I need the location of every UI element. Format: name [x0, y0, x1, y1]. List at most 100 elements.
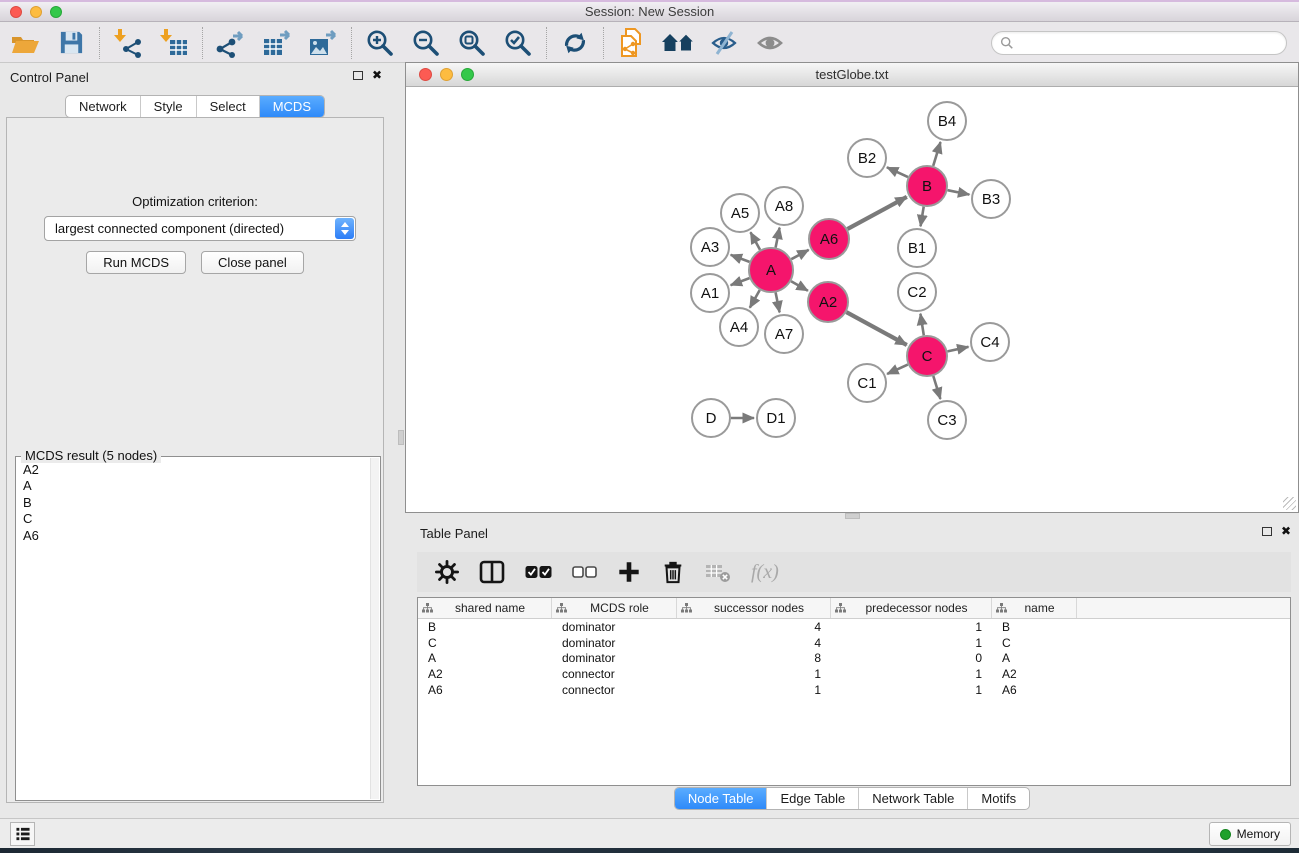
table-panel-title: Table Panel: [420, 526, 488, 541]
graph-node-label: C1: [857, 375, 876, 392]
select-all-button[interactable]: [525, 565, 552, 579]
import-table-icon: [159, 28, 189, 58]
result-item[interactable]: A2: [23, 462, 364, 478]
table-cell: C: [992, 636, 1077, 650]
mcds-result-groupbox: MCDS result (5 nodes) A2ABCA6: [15, 456, 381, 801]
desktop-vscrollbar-thumb[interactable]: [398, 430, 404, 445]
result-item[interactable]: C: [23, 511, 364, 527]
close-panel-icon[interactable]: ✖: [372, 70, 382, 80]
graph-edge-A-A4: [750, 290, 760, 308]
column-header-shared-name[interactable]: shared name: [418, 598, 552, 618]
export-image-button[interactable]: [306, 27, 340, 59]
first-neighbors-button[interactable]: [661, 27, 695, 59]
apply-layout-refresh-button[interactable]: [558, 27, 592, 59]
float-panel-icon[interactable]: [353, 71, 363, 80]
show-all-button[interactable]: [753, 27, 787, 59]
show-column-button[interactable]: [479, 560, 505, 584]
plus-icon: [617, 560, 641, 584]
float-table-panel-icon[interactable]: [1262, 527, 1272, 536]
column-type-icon: [835, 603, 846, 613]
run-mcds-button[interactable]: Run MCDS: [86, 251, 186, 274]
net-minimize-button[interactable]: [440, 68, 453, 81]
search-field[interactable]: [991, 31, 1287, 55]
column-header-successor-nodes[interactable]: successor nodes: [677, 598, 831, 618]
columns-icon: [479, 560, 505, 584]
show-panels-list-button[interactable]: [10, 822, 35, 846]
toolbar-separator: [202, 27, 203, 59]
result-item[interactable]: A: [23, 478, 364, 494]
memory-button[interactable]: Memory: [1209, 822, 1291, 846]
result-scrollbar[interactable]: [370, 458, 379, 799]
table-cell: A: [992, 651, 1077, 665]
import-network-button[interactable]: [111, 27, 145, 59]
net-zoom-button[interactable]: [461, 68, 474, 81]
network-canvas[interactable]: B4B2BB3A8A5A6A3B1AA1C2A2A4A7C4CC1C3DD1: [406, 88, 1298, 512]
function-builder-button[interactable]: f(x): [751, 561, 779, 584]
delete-row-button[interactable]: [661, 559, 685, 585]
table-row[interactable]: Adominator80A: [418, 651, 1290, 667]
table-row[interactable]: Cdominator41C: [418, 635, 1290, 651]
result-item[interactable]: B: [23, 495, 364, 511]
zoom-fit-button[interactable]: [455, 27, 489, 59]
zoom-selected-button[interactable]: [501, 27, 535, 59]
graph-edge-C-C1: [887, 365, 908, 374]
close-panel-button[interactable]: Close panel: [201, 251, 304, 274]
gear-icon: [435, 560, 459, 584]
table-settings-button[interactable]: [435, 560, 459, 584]
graph-edge-A-A6: [791, 250, 808, 259]
table-row[interactable]: Bdominator41B: [418, 619, 1290, 635]
titlebar: Session: New Session: [0, 0, 1299, 22]
column-header-predecessor-nodes[interactable]: predecessor nodes: [831, 598, 992, 618]
tab-motifs[interactable]: Motifs: [967, 788, 1029, 809]
table-panel: Table Panel ✖: [405, 520, 1299, 815]
desktop-wallpaper-strip: [0, 848, 1299, 853]
network-window-title: testGlobe.txt: [816, 67, 889, 82]
search-input[interactable]: [1014, 36, 1278, 50]
graph-node-label: A: [766, 262, 776, 279]
open-session-button[interactable]: [8, 27, 42, 59]
tab-edge-table[interactable]: Edge Table: [766, 788, 858, 809]
graph-node-label: D: [706, 410, 717, 427]
zoom-out-button[interactable]: [409, 27, 443, 59]
new-network-from-selection-button[interactable]: [615, 27, 649, 59]
graph-node-label: A6: [820, 231, 838, 248]
hide-selected-button[interactable]: [707, 27, 741, 59]
column-header-MCDS-role[interactable]: MCDS role: [552, 598, 677, 618]
table-cell: A2: [992, 667, 1077, 681]
criterion-dropdown[interactable]: largest connected component (directed): [44, 216, 356, 241]
tab-network[interactable]: Network: [66, 96, 140, 117]
export-network-button[interactable]: [214, 27, 248, 59]
delete-table-button[interactable]: [705, 561, 731, 583]
optimization-criterion-label: Optimization criterion:: [7, 194, 383, 209]
graph-node-label: C: [922, 348, 933, 365]
table-row[interactable]: A2connector11A2: [418, 666, 1290, 682]
zoom-in-button[interactable]: [363, 27, 397, 59]
desktop-hscrollbar-thumb[interactable]: [845, 513, 860, 519]
dropdown-stepper-icon: [335, 218, 354, 239]
save-session-button[interactable]: [54, 27, 88, 59]
import-table-button[interactable]: [157, 27, 191, 59]
result-item[interactable]: A6: [23, 528, 364, 544]
net-close-button[interactable]: [419, 68, 432, 81]
add-row-button[interactable]: [617, 560, 641, 584]
tab-select[interactable]: Select: [196, 96, 259, 117]
export-table-button[interactable]: [260, 27, 294, 59]
table-cell: 1: [831, 620, 992, 634]
table-cell: 1: [831, 683, 992, 697]
tab-network-table[interactable]: Network Table: [858, 788, 967, 809]
close-table-panel-icon[interactable]: ✖: [1281, 526, 1291, 536]
column-header-name[interactable]: name: [992, 598, 1077, 618]
graph-edge-A-A1: [731, 278, 750, 285]
table-row[interactable]: A6connector11A6: [418, 682, 1290, 698]
window-resize-grip[interactable]: [1283, 497, 1296, 510]
graph-node-label: B4: [938, 113, 956, 130]
tab-mcds[interactable]: MCDS: [259, 96, 324, 117]
save-floppy-icon: [58, 29, 85, 56]
tab-style[interactable]: Style: [140, 96, 196, 117]
graph-edge-A6-B: [848, 197, 907, 229]
network-graph: B4B2BB3A8A5A6A3B1AA1C2A2A4A7C4CC1C3DD1: [406, 88, 1298, 512]
graph-edge-A-A5: [751, 232, 761, 250]
tab-node-table[interactable]: Node Table: [675, 788, 767, 809]
graph-node-label: C3: [937, 412, 956, 429]
deselect-all-button[interactable]: [572, 566, 597, 578]
